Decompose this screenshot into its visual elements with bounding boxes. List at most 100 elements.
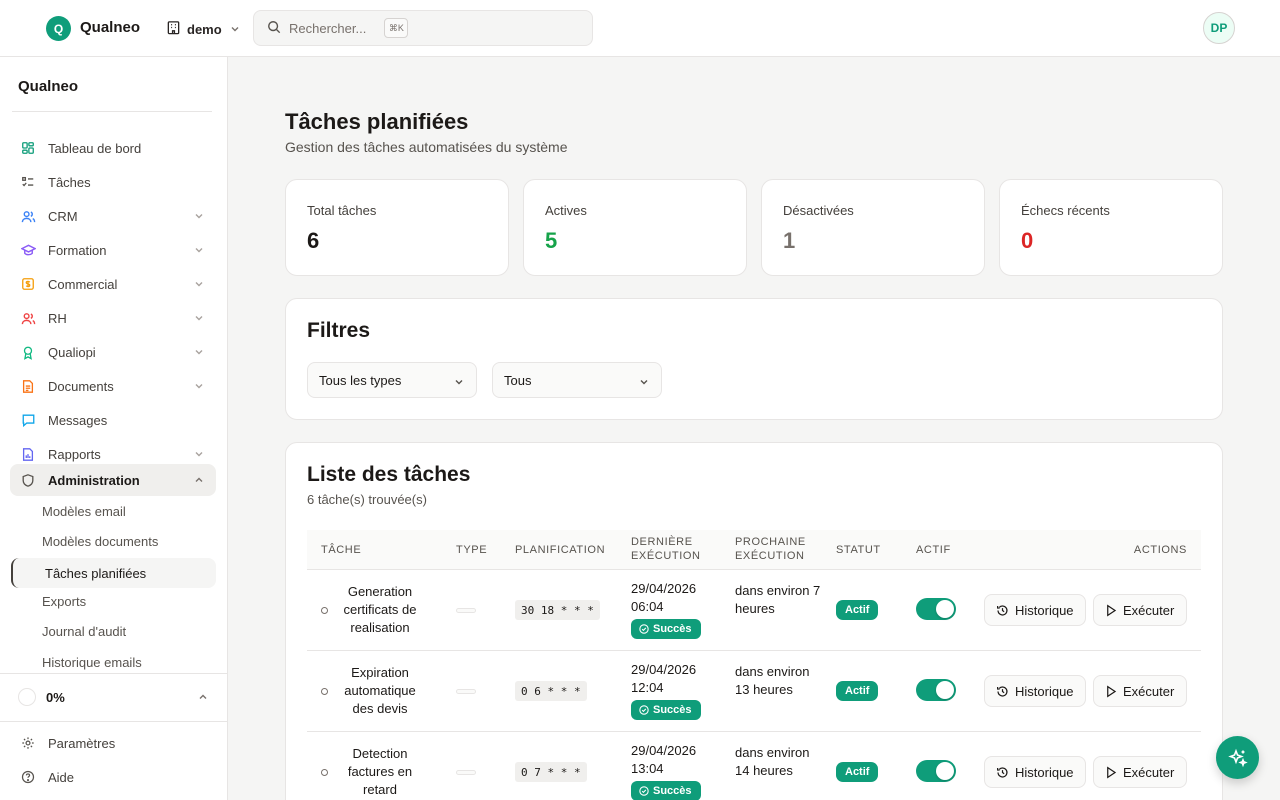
status-badge: Actif bbox=[836, 600, 879, 620]
search-input[interactable]: Rechercher... ⌘K bbox=[253, 10, 593, 46]
task-name: Generation certificats de realisation bbox=[343, 584, 417, 635]
table-row: Detection factures en retard 0 7 * * * 2… bbox=[307, 732, 1201, 800]
select-value: Tous les types bbox=[319, 372, 402, 388]
chevron-down-icon bbox=[194, 277, 204, 292]
tenant-switcher[interactable]: demo bbox=[166, 18, 240, 40]
last-run-time: 06:04 bbox=[631, 599, 664, 614]
play-icon bbox=[1107, 765, 1117, 779]
last-run: 29/04/2026 12:04 bbox=[631, 661, 696, 697]
sidebar-item-qualiopi[interactable]: Qualiopi bbox=[10, 336, 216, 368]
subnav-journal-audit[interactable]: Journal d'audit bbox=[42, 624, 126, 639]
col-next-run: PROCHAINE EXÉCUTION bbox=[735, 535, 806, 563]
play-icon bbox=[1107, 603, 1117, 617]
col-last-run-line2: EXÉCUTION bbox=[631, 550, 701, 562]
stat-card-actives: Actives 5 bbox=[523, 179, 747, 276]
table-row: Generation certificats de realisation 30… bbox=[307, 570, 1201, 651]
sidebar-item-commercial[interactable]: Commercial bbox=[10, 268, 216, 300]
stat-label: Total tâches bbox=[307, 203, 377, 218]
table-row: Expiration automatique des devis 0 6 * *… bbox=[307, 651, 1201, 732]
logo-badge[interactable]: Q bbox=[46, 16, 71, 41]
filters-title: Filtres bbox=[307, 319, 371, 342]
sidebar-item-aide[interactable]: Aide bbox=[10, 761, 216, 793]
active-toggle[interactable] bbox=[916, 598, 956, 620]
chevron-down-icon bbox=[194, 243, 204, 258]
history-button[interactable]: Historique bbox=[984, 675, 1086, 707]
stat-value: 5 bbox=[545, 228, 558, 253]
sidebar-item-label: Rapports bbox=[48, 446, 101, 462]
sidebar-item-messages[interactable]: Messages bbox=[10, 404, 216, 436]
chevron-down-icon bbox=[194, 209, 204, 224]
file-text-icon bbox=[20, 378, 36, 394]
next-run: dans environ 14 heures bbox=[735, 745, 810, 778]
run-button[interactable]: Exécuter bbox=[1093, 675, 1187, 707]
run-label: Exécuter bbox=[1123, 764, 1175, 780]
task-name: Detection factures en retard bbox=[347, 746, 413, 797]
building-icon bbox=[166, 20, 181, 38]
history-button[interactable]: Historique bbox=[984, 594, 1086, 626]
result-label: Succès bbox=[653, 785, 692, 797]
col-schedule: PLANIFICATION bbox=[515, 544, 606, 556]
run-label: Exécuter bbox=[1123, 683, 1175, 699]
cron-expression: 0 7 * * * bbox=[515, 762, 587, 782]
tenant-name: demo bbox=[187, 21, 222, 37]
status-badge: Actif bbox=[836, 762, 879, 782]
sidebar-item-rh[interactable]: RH bbox=[10, 302, 216, 334]
col-last-run: DERNIÈRE EXÉCUTION bbox=[631, 535, 701, 563]
sidebar-item-administration[interactable]: Administration bbox=[10, 464, 216, 496]
chevron-down-icon bbox=[639, 375, 649, 390]
sidebar-item-tasks[interactable]: Tâches bbox=[10, 166, 216, 198]
sidebar-item-label: Formation bbox=[48, 242, 107, 258]
report-icon bbox=[20, 446, 36, 462]
result-badge: Succès bbox=[631, 619, 701, 639]
user-avatar[interactable]: DP bbox=[1203, 12, 1235, 44]
history-label: Historique bbox=[1015, 683, 1074, 699]
subnav-taches-planifiees[interactable]: Tâches planifiées bbox=[11, 558, 216, 588]
next-run: dans environ 13 heures bbox=[735, 664, 810, 697]
result-badge: Succès bbox=[631, 781, 701, 800]
subnav-exports[interactable]: Exports bbox=[42, 594, 86, 609]
user-group-icon bbox=[20, 310, 36, 326]
history-button[interactable]: Historique bbox=[984, 756, 1086, 788]
assistant-fab-button[interactable] bbox=[1216, 736, 1259, 779]
table-header: TÂCHE TYPE PLANIFICATION DERNIÈRE EXÉCUT… bbox=[307, 530, 1201, 570]
sidebar-item-label: Commercial bbox=[48, 276, 118, 292]
sidebar-item-parametres[interactable]: Paramètres bbox=[10, 727, 216, 759]
status-filter-select[interactable]: Tous bbox=[492, 362, 662, 398]
task-cell: Expiration automatique des devis bbox=[321, 651, 426, 731]
col-actions: ACTIONS bbox=[1133, 544, 1187, 556]
active-toggle[interactable] bbox=[916, 760, 956, 782]
last-run-date: 29/04/2026 bbox=[631, 662, 697, 677]
stat-value: 6 bbox=[307, 228, 320, 253]
subnav-historique-emails[interactable]: Historique emails bbox=[42, 655, 142, 670]
check-circle-icon bbox=[639, 624, 649, 634]
last-run-time: 13:04 bbox=[631, 761, 664, 776]
sidebar-item-dashboard[interactable]: Tableau de bord bbox=[10, 132, 216, 164]
play-icon bbox=[1107, 684, 1117, 698]
sidebar-item-formation[interactable]: Formation bbox=[10, 234, 216, 266]
sidebar-item-label: CRM bbox=[48, 208, 78, 224]
app-name[interactable]: Qualneo bbox=[80, 19, 140, 36]
col-next-run-line1: PROCHAINE bbox=[735, 536, 806, 548]
subnav-modeles-email[interactable]: Modèles email bbox=[42, 504, 126, 519]
page-subtitle: Gestion des tâches automatisées du systè… bbox=[285, 139, 568, 155]
chevron-up-icon bbox=[198, 690, 208, 705]
clock-icon bbox=[321, 606, 328, 614]
sidebar-item-documents[interactable]: Documents bbox=[10, 370, 216, 402]
run-button[interactable]: Exécuter bbox=[1093, 594, 1187, 626]
divider bbox=[0, 673, 227, 674]
subnav-modeles-documents[interactable]: Modèles documents bbox=[42, 534, 158, 549]
chevron-up-icon bbox=[194, 473, 204, 488]
active-toggle[interactable] bbox=[916, 679, 956, 701]
history-icon bbox=[997, 685, 1008, 697]
check-circle-icon bbox=[639, 786, 649, 796]
type-filter-select[interactable]: Tous les types bbox=[307, 362, 477, 398]
run-button[interactable]: Exécuter bbox=[1093, 756, 1187, 788]
history-icon bbox=[997, 604, 1008, 616]
cron-expression: 30 18 * * * bbox=[515, 600, 600, 620]
sidebar-item-crm[interactable]: CRM bbox=[10, 200, 216, 232]
last-run: 29/04/2026 06:04 bbox=[631, 580, 696, 616]
select-value: Tous bbox=[504, 372, 532, 388]
search-placeholder: Rechercher... bbox=[289, 20, 367, 36]
graduation-cap-icon bbox=[20, 242, 36, 258]
onboarding-progress[interactable]: 0% bbox=[18, 687, 218, 707]
